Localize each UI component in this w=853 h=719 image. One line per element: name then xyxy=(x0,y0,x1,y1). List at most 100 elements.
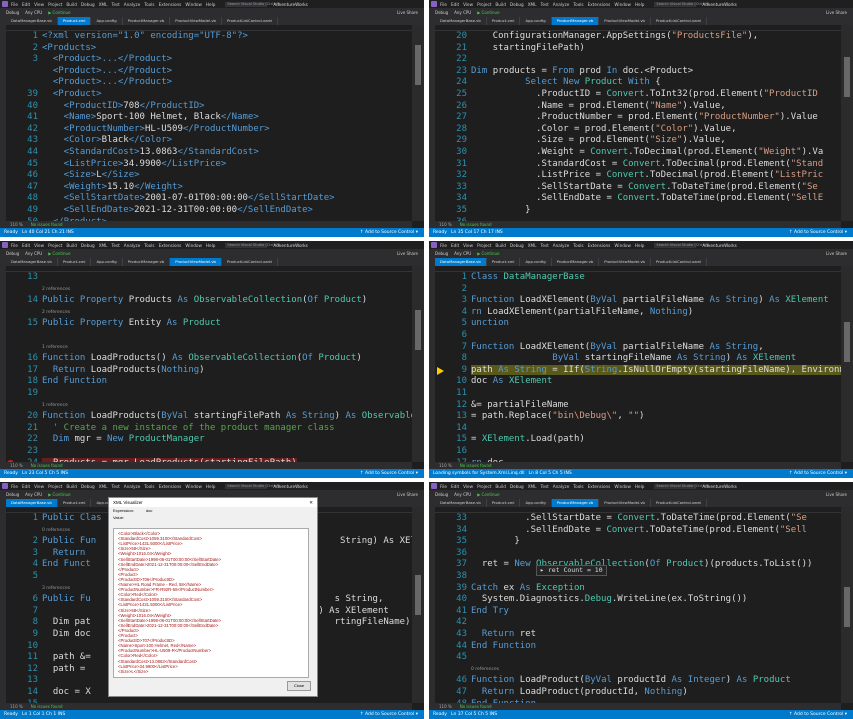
menu-item-help[interactable]: Help xyxy=(206,484,216,489)
continue-button[interactable]: ▶ Continue xyxy=(48,251,70,256)
live-share-button[interactable]: Live Share xyxy=(826,10,847,15)
platform-dropdown[interactable]: Any CPU xyxy=(454,251,471,256)
menu-item-tools[interactable]: Tools xyxy=(573,243,583,248)
menu-item-project[interactable]: Project xyxy=(48,484,62,489)
source-control-button[interactable]: ↑ Add to Source Control ▾ xyxy=(789,230,847,235)
menu-item-xml[interactable]: XML xyxy=(99,243,108,248)
menu-item-test[interactable]: Test xyxy=(112,484,120,489)
platform-dropdown[interactable]: Any CPU xyxy=(25,251,42,256)
menu-item-help[interactable]: Help xyxy=(206,2,216,7)
codelens-references[interactable]: 2 references xyxy=(42,287,70,292)
menu-item-test[interactable]: Test xyxy=(541,484,549,489)
source-control-button[interactable]: ↑ Add to Source Control ▾ xyxy=(360,712,418,717)
source-control-button[interactable]: ↑ Add to Source Control ▾ xyxy=(360,230,418,235)
menu-item-extensions[interactable]: Extensions xyxy=(159,243,182,248)
expression-field[interactable]: doc xyxy=(146,508,152,513)
live-share-button[interactable]: Live Share xyxy=(397,492,418,497)
menu-item-file[interactable]: File xyxy=(11,2,18,7)
menu-item-edit[interactable]: Edit xyxy=(22,243,30,248)
menu-item-build[interactable]: Build xyxy=(495,484,506,489)
codelens-references[interactable]: 2 references xyxy=(42,310,70,315)
scrollbar-thumb[interactable] xyxy=(844,57,850,97)
menu-item-file[interactable]: File xyxy=(11,243,18,248)
vertical-scrollbar[interactable] xyxy=(412,25,424,221)
vertical-scrollbar[interactable] xyxy=(412,507,424,703)
menu-item-project[interactable]: Project xyxy=(477,2,491,7)
menu-item-test[interactable]: Test xyxy=(541,2,549,7)
zoom-level[interactable]: 110 % xyxy=(439,463,452,468)
menu-item-project[interactable]: Project xyxy=(477,484,491,489)
no-issues-indicator[interactable]: No issues found xyxy=(460,463,492,468)
menu-item-view[interactable]: View xyxy=(34,484,44,489)
vertical-scrollbar[interactable] xyxy=(412,266,424,462)
source-control-button[interactable]: ↑ Add to Source Control ▾ xyxy=(360,471,418,476)
codelens-references[interactable]: 1 reference xyxy=(42,345,68,350)
zoom-level[interactable]: 110 % xyxy=(10,704,23,709)
menu-item-window[interactable]: Window xyxy=(614,484,631,489)
search-input[interactable]: Search Visual Studio (Ctrl+Q) xyxy=(654,483,709,489)
menu-item-view[interactable]: View xyxy=(34,2,44,7)
zoom-level[interactable]: 110 % xyxy=(439,222,452,227)
tab-product-xml[interactable]: Product.xml xyxy=(487,17,521,25)
menu-item-view[interactable]: View xyxy=(463,484,473,489)
menu-item-analyze[interactable]: Analyze xyxy=(553,484,570,489)
menu-item-tools[interactable]: Tools xyxy=(573,484,583,489)
menu-item-build[interactable]: Build xyxy=(66,2,77,7)
menu-item-analyze[interactable]: Analyze xyxy=(124,2,141,7)
scrollbar-thumb[interactable] xyxy=(844,587,850,627)
code-editor[interactable]: 2 references Public Property Products As … xyxy=(42,272,412,462)
menu-item-file[interactable]: File xyxy=(440,484,447,489)
continue-button[interactable]: ▶ Continue xyxy=(477,10,499,15)
platform-dropdown[interactable]: Any CPU xyxy=(454,492,471,497)
tab-product-xml[interactable]: Product.xml xyxy=(487,499,521,507)
vertical-scrollbar[interactable] xyxy=(841,266,853,462)
tab-datamanagerbase-vb[interactable]: DataManagerBase.vb xyxy=(6,258,58,266)
menu-item-tools[interactable]: Tools xyxy=(144,2,154,7)
tab-productmanager-vb[interactable]: ProductManager.vb xyxy=(551,17,600,25)
menu-item-analyze[interactable]: Analyze xyxy=(553,2,570,7)
menu-item-extensions[interactable]: Extensions xyxy=(159,2,182,7)
menu-item-tools[interactable]: Tools xyxy=(573,2,583,7)
source-control-button[interactable]: ↑ Add to Source Control ▾ xyxy=(789,471,847,476)
menu-item-build[interactable]: Build xyxy=(495,243,506,248)
tab-product-xml[interactable]: Product.xml xyxy=(58,258,92,266)
menu-item-file[interactable]: File xyxy=(440,243,447,248)
tab-productlistcontrol-xaml[interactable]: ProductListControl.xaml xyxy=(651,17,708,25)
tab-app-config[interactable]: App.config xyxy=(520,258,552,266)
zoom-level[interactable]: 110 % xyxy=(10,222,23,227)
menu-item-debug[interactable]: Debug xyxy=(81,484,95,489)
menu-item-project[interactable]: Project xyxy=(48,243,62,248)
menu-item-project[interactable]: Project xyxy=(477,243,491,248)
source-control-button[interactable]: ↑ Add to Source Control ▾ xyxy=(789,712,847,717)
tab-productviewmodel-vb[interactable]: ProductViewModel.vb xyxy=(599,258,651,266)
menu-item-analyze[interactable]: Analyze xyxy=(124,243,141,248)
menu-item-window[interactable]: Window xyxy=(185,2,202,7)
menu-item-tools[interactable]: Tools xyxy=(144,484,154,489)
tab-productlistcontrol-xaml[interactable]: ProductListControl.xaml xyxy=(651,499,708,507)
scrollbar-thumb[interactable] xyxy=(415,45,421,85)
tab-productmanager-vb[interactable]: ProductManager.vb xyxy=(551,499,600,507)
menu-item-xml[interactable]: XML xyxy=(99,2,108,7)
menu-item-debug[interactable]: Debug xyxy=(510,243,524,248)
menu-item-edit[interactable]: Edit xyxy=(451,484,459,489)
menu-item-debug[interactable]: Debug xyxy=(510,2,524,7)
continue-button[interactable]: ▶ Continue xyxy=(48,492,70,497)
no-issues-indicator[interactable]: No issues found xyxy=(31,222,63,227)
code-editor[interactable]: .SellStartDate = Convert.ToDateTime(prod… xyxy=(471,513,841,703)
menu-item-edit[interactable]: Edit xyxy=(22,2,30,7)
no-issues-indicator[interactable]: No issues found xyxy=(31,463,63,468)
vertical-scrollbar[interactable] xyxy=(841,25,853,221)
tab-app-config[interactable]: App.config xyxy=(520,499,552,507)
live-share-button[interactable]: Live Share xyxy=(397,251,418,256)
code-editor[interactable]: Class DataManagerBase Function LoadXEleme… xyxy=(471,272,841,462)
menu-item-xml[interactable]: XML xyxy=(528,243,537,248)
tab-app-config[interactable]: App.config xyxy=(520,17,552,25)
tab-productmanager-vb[interactable]: ProductManager.vb xyxy=(123,258,171,266)
tab-datamanagerbase-vb[interactable]: DataManagerBase.vb xyxy=(435,258,487,266)
codelens-references[interactable]: 3 references xyxy=(42,586,70,591)
search-input[interactable]: Search Visual Studio (Ctrl+Q) xyxy=(654,242,709,248)
menu-item-debug[interactable]: Debug xyxy=(510,484,524,489)
menu-item-window[interactable]: Window xyxy=(614,2,631,7)
tab-datamanagerbase-vb[interactable]: DataManagerBase.vb xyxy=(6,17,58,25)
zoom-level[interactable]: 110 % xyxy=(439,704,452,709)
